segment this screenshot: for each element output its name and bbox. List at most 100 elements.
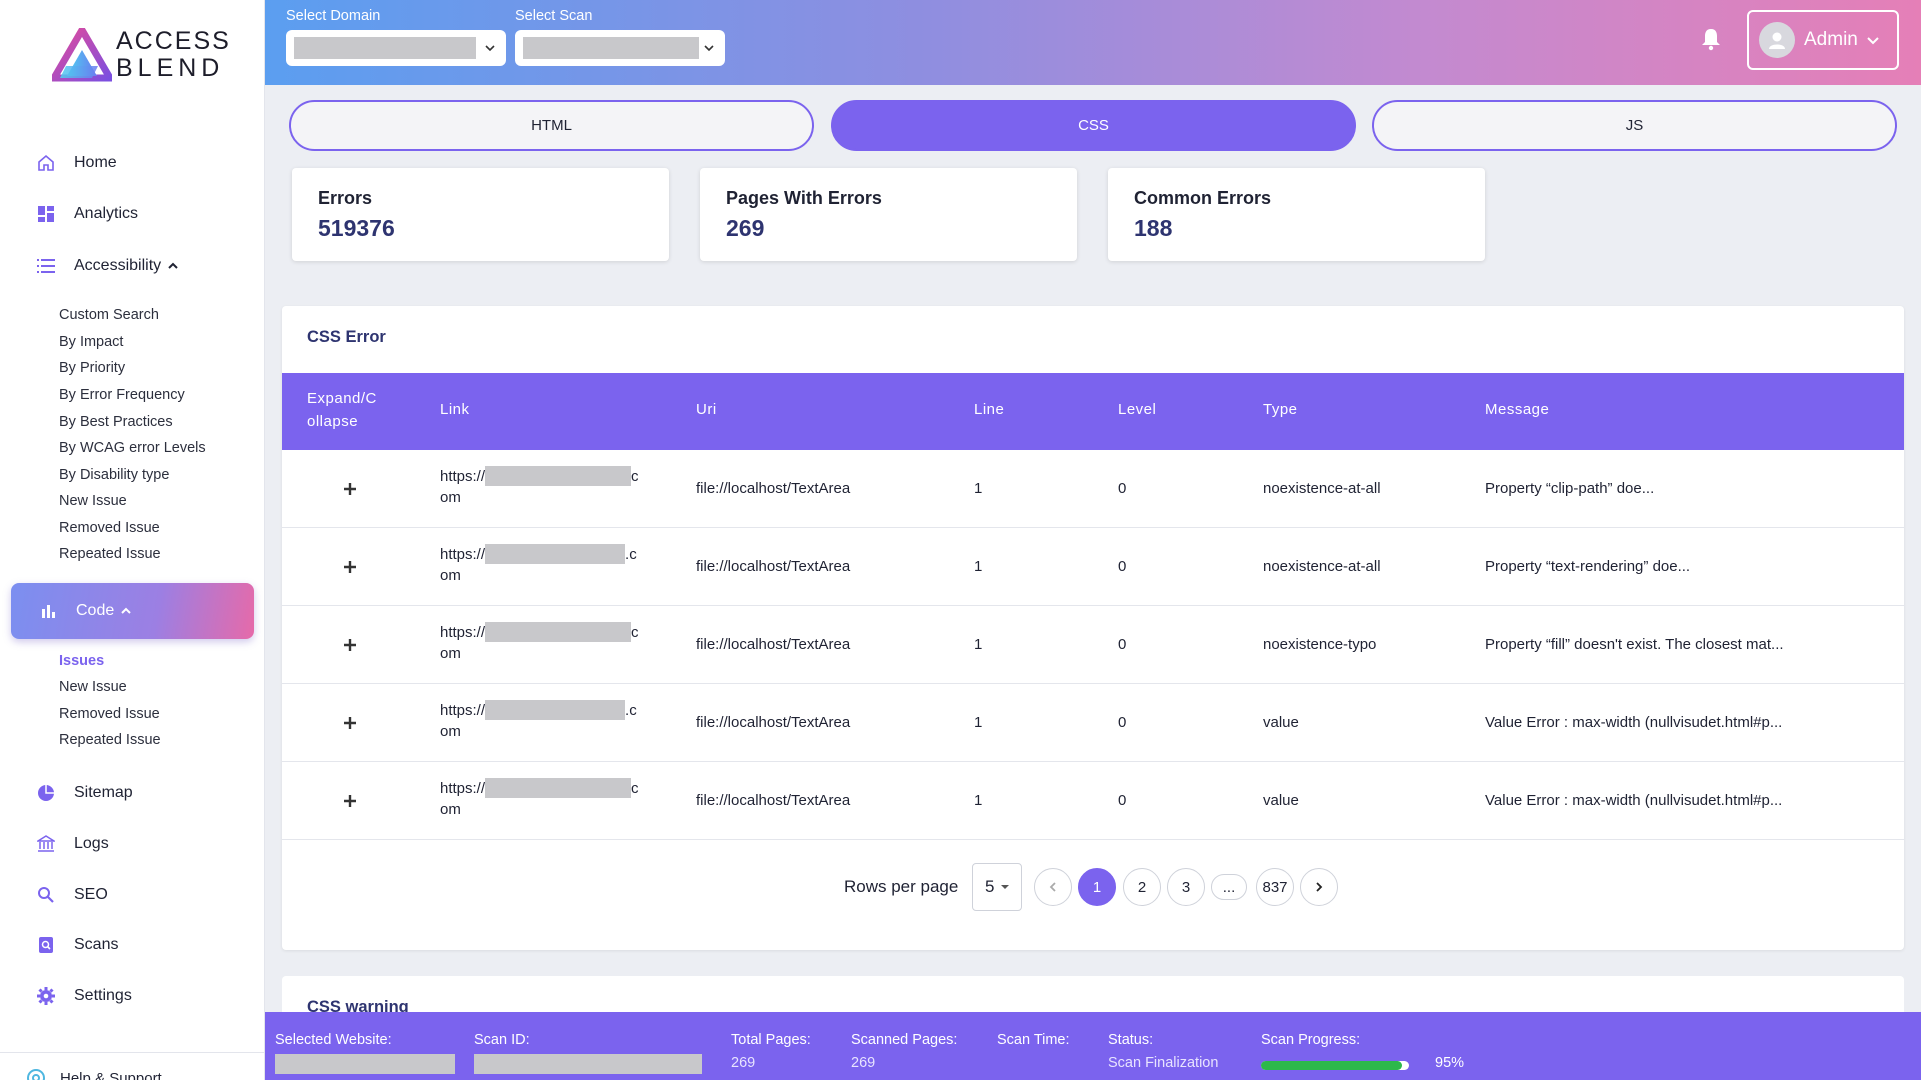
scanned-pages: Scanned Pages: 269 [851, 1032, 957, 1071]
sidebar-item-logs[interactable]: Logs [34, 829, 109, 859]
table-row: https:// c om file://localhost/TextArea 1… [282, 450, 1904, 528]
gear-icon [34, 984, 58, 1008]
sidebar-subitem-by-impact[interactable]: By Impact [59, 334, 123, 350]
plus-icon[interactable] [342, 715, 358, 731]
cell-level: 0 [1118, 636, 1127, 653]
sidebar-subitem-new-issue[interactable]: New Issue [59, 493, 127, 509]
sidebar-subitem-by-priority[interactable]: By Priority [59, 360, 125, 376]
sidebar: ACCESS BLEND Home Analytics Accessibilit… [0, 0, 265, 1080]
cell-uri: file://localhost/TextArea [696, 558, 851, 575]
page-button-3[interactable]: 3 [1167, 868, 1205, 906]
sidebar-item-seo[interactable]: SEO [34, 880, 108, 910]
cell-type: value [1263, 714, 1299, 731]
cell-uri: file://localhost/TextArea [696, 480, 851, 497]
sidebar-item-scans[interactable]: Scans [34, 930, 118, 960]
sidebar-subitem-by-disability-type[interactable]: By Disability type [59, 467, 169, 483]
page-button-837[interactable]: 837 [1256, 868, 1294, 906]
cell-link[interactable]: https:// .c om [440, 700, 645, 742]
next-page-button[interactable] [1300, 868, 1338, 906]
cell-level: 0 [1118, 792, 1127, 809]
chevron-up-icon [168, 262, 178, 269]
sidebar-subitem-by-wcag-levels[interactable]: By WCAG error Levels [59, 440, 206, 456]
total-pages: Total Pages: 269 [731, 1032, 811, 1071]
domain-select[interactable] [286, 30, 506, 66]
redacted-value [485, 622, 632, 642]
link-suffix: .c [625, 546, 637, 563]
scan-progress-text: 95% [1435, 1055, 1465, 1071]
plus-icon[interactable] [342, 637, 358, 653]
sidebar-subitem-by-best-practices[interactable]: By Best Practices [59, 414, 173, 430]
redacted-value [294, 37, 476, 59]
tab-js[interactable]: JS [1372, 100, 1897, 151]
home-icon [34, 151, 58, 175]
cell-line: 1 [974, 714, 983, 731]
sidebar-item-settings[interactable]: Settings [34, 981, 132, 1011]
selected-website-label: Selected Website: [275, 1032, 392, 1048]
analytics-icon [34, 202, 58, 226]
stat-value: 188 [1134, 215, 1173, 241]
sidebar-subitem-issues[interactable]: Issues [59, 653, 104, 669]
cell-link[interactable]: https:// c om [440, 466, 645, 508]
rows-per-page-label: Rows per page [844, 877, 959, 896]
sidebar-item-code[interactable]: Code [11, 583, 254, 639]
sidebar-item-analytics[interactable]: Analytics [34, 199, 138, 229]
sidebar-subitem-removed-issue[interactable]: Removed Issue [59, 520, 160, 536]
stat-card-common-errors: Common Errors 188 [1108, 168, 1485, 261]
status-value: Scan Finalization [1108, 1055, 1219, 1071]
plus-icon[interactable] [342, 481, 358, 497]
sidebar-item-home[interactable]: Home [34, 148, 117, 178]
cell-message: Property “clip-path” doe... [1485, 480, 1655, 497]
user-menu-button[interactable]: Admin [1747, 10, 1899, 70]
caret-down-icon [1001, 885, 1010, 889]
sidebar-item-label: Help & Support [60, 1069, 162, 1080]
plus-icon[interactable] [342, 793, 358, 809]
cell-link[interactable]: https:// .c om [440, 544, 645, 586]
sidebar-item-help[interactable]: Help & Support [26, 1068, 162, 1080]
sidebar-item-label: Accessibility [74, 257, 162, 274]
sidebar-item-accessibility[interactable]: Accessibility [34, 251, 179, 281]
sidebar-subitem-code-repeated-issue[interactable]: Repeated Issue [59, 732, 161, 748]
sidebar-item-label: Analytics [74, 205, 139, 222]
sidebar-subitem-code-new-issue[interactable]: New Issue [59, 679, 127, 695]
bell-icon[interactable] [1700, 27, 1722, 51]
sidebar-item-sitemap[interactable]: Sitemap [34, 778, 133, 808]
page-button-2[interactable]: 2 [1123, 868, 1161, 906]
chevron-right-icon [1316, 882, 1323, 892]
rows-per-page-select[interactable]: 5 [972, 863, 1022, 911]
sidebar-item-label: Code [76, 602, 115, 619]
chevron-down-icon [1867, 37, 1879, 45]
link-prefix: https:// [440, 546, 486, 563]
cell-uri: file://localhost/TextArea [696, 792, 851, 809]
cell-link[interactable]: https:// c om [440, 622, 645, 664]
column-header-link: Link [440, 401, 470, 418]
link-tail: om [440, 723, 461, 740]
sidebar-subitem-code-removed-issue[interactable]: Removed Issue [59, 706, 160, 722]
scan-select[interactable] [515, 30, 725, 66]
chevron-down-icon [704, 45, 714, 52]
redacted-value [474, 1054, 702, 1074]
scan-status-bar: Selected Website: Scan ID: Total Pages: … [265, 1012, 1921, 1080]
table-row: https://.c om file://localhost/TextArea … [282, 684, 1904, 762]
sidebar-subitem-by-error-frequency[interactable]: By Error Frequency [59, 387, 185, 403]
cell-type: noexistence-typo [1263, 636, 1377, 653]
top-header: Select Domain Select Scan [265, 0, 1921, 85]
scanned-pages-value: 269 [851, 1055, 876, 1071]
logo[interactable]: ACCESS BLEND [52, 28, 231, 82]
prev-page-button[interactable] [1034, 868, 1072, 906]
table-header: Expand/C ollapse Link Uri Line Level Typ… [282, 373, 1904, 450]
page-button-1[interactable]: 1 [1078, 868, 1116, 906]
tab-css[interactable]: CSS [831, 100, 1356, 151]
table-row: https:// c om file://localhost/TextArea 1… [282, 606, 1904, 684]
plus-icon[interactable] [342, 559, 358, 575]
redacted-value [275, 1054, 455, 1074]
user-avatar-icon [1759, 22, 1795, 58]
sidebar-item-label: Logs [74, 835, 109, 852]
cell-link[interactable]: https:// c om [440, 778, 645, 820]
tab-html[interactable]: HTML [289, 100, 814, 151]
scan-progress: Scan Progress: [1261, 1032, 1360, 1048]
sidebar-subitem-custom-search[interactable]: Custom Search [59, 307, 159, 323]
sidebar-subitem-repeated-issue[interactable]: Repeated Issue [59, 546, 161, 562]
stat-card-errors: Errors 519376 [292, 168, 669, 261]
link-prefix: https:// [440, 780, 486, 797]
cell-message: Property “fill” doesn't exist. The close… [1485, 636, 1784, 653]
